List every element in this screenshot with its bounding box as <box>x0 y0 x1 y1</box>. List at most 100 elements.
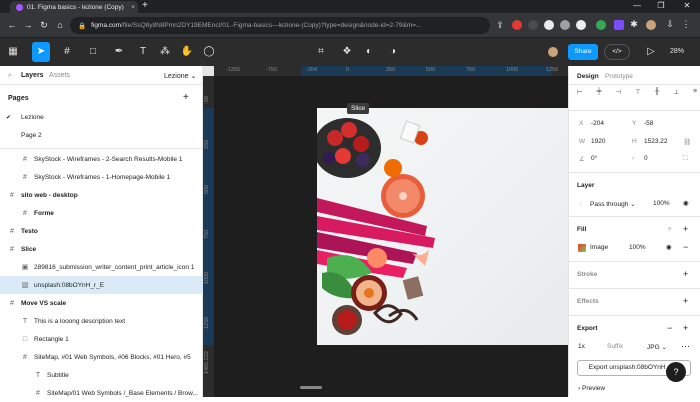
component-icon[interactable]: ❖ <box>338 42 356 62</box>
boolean-icon[interactable]: ◑ <box>384 42 402 62</box>
slice-frame-label[interactable]: Slice <box>347 103 370 114</box>
pen-tool-icon[interactable]: ✒ <box>110 42 128 62</box>
comment-tool-icon[interactable]: ◯ <box>200 42 218 62</box>
layer-row[interactable]: # Slice <box>0 240 203 258</box>
export-suffix-input[interactable]: Suffix <box>607 343 623 350</box>
tab-prototype[interactable]: Prototype <box>605 73 633 80</box>
add-effect-icon[interactable]: + <box>683 296 688 306</box>
tab-design[interactable]: Design <box>577 73 599 80</box>
download-icon[interactable]: ⇩ <box>664 18 676 30</box>
horizontal-scrollbar[interactable] <box>300 386 322 389</box>
add-page-icon[interactable]: + <box>183 92 189 103</box>
layer-row[interactable]: # SiteMap, #01 Web Symbols, #06 Blocks, #… <box>0 348 203 366</box>
home-icon[interactable]: ⌂ <box>54 19 66 31</box>
fill-opacity[interactable]: 100% <box>629 244 646 251</box>
unsplash-image-frame[interactable] <box>317 108 568 345</box>
move-tool-icon[interactable]: ➤ <box>32 42 50 62</box>
extensions-puzzle-icon[interactable]: ✱ <box>628 18 640 30</box>
layer-row[interactable]: □ Rectangle 1 <box>0 330 203 348</box>
browser-tab[interactable]: 01. Figma basics - lezione (Copy) × <box>10 1 138 13</box>
extension-f-icon[interactable] <box>544 20 554 30</box>
tab-close-icon[interactable]: × <box>128 4 138 11</box>
corner-radius-field[interactable]: 0 <box>644 155 648 162</box>
add-fill-icon[interactable]: + <box>683 224 688 234</box>
layer-row[interactable]: # SkyStock - Wireframes - 2-Search Result… <box>0 150 203 168</box>
page-item[interactable]: Page 2 <box>0 126 203 144</box>
share-button[interactable]: Share <box>568 44 598 60</box>
share-page-icon[interactable]: ⇪ <box>494 19 506 31</box>
layer-row[interactable]: # Forme <box>0 204 203 222</box>
tab-assets[interactable]: Assets <box>49 72 70 79</box>
mask-icon[interactable]: ◐ <box>360 42 378 62</box>
export-options-icon[interactable]: ⋯ <box>681 341 690 352</box>
layer-row[interactable]: # SkyStock - Wireframes - 1-Homepage-Mobi… <box>0 168 203 186</box>
layer-row[interactable]: ▧ unsplash:08bOYnH_r_E <box>0 276 203 294</box>
main-menu-icon[interactable]: ▦ <box>4 42 22 62</box>
x-field[interactable]: -204 <box>591 120 604 127</box>
align-bottom-icon[interactable]: ⊥ <box>673 88 679 96</box>
dev-mode-toggle[interactable]: </> <box>604 44 630 60</box>
layer-row[interactable]: T Subtitle <box>0 366 203 384</box>
y-field[interactable]: -58 <box>644 120 653 127</box>
extension-green-icon[interactable] <box>596 20 606 30</box>
align-center-v-icon[interactable]: ╫ <box>655 88 660 96</box>
align-center-h-icon[interactable]: ╪ <box>597 88 602 96</box>
minimize-icon[interactable]: — <box>626 0 648 13</box>
layer-row[interactable]: T This is a looong description text <box>0 312 203 330</box>
url-field[interactable]: 🔒 figma.com /file/SsQ8y8N8Pmn2DY19EMEncI… <box>70 17 490 34</box>
extension-light-icon[interactable] <box>576 20 586 30</box>
independent-corners-icon[interactable]: ⛶ <box>683 155 688 163</box>
visibility-icon[interactable]: ◉ <box>683 199 689 207</box>
close-window-icon[interactable]: ✕ <box>676 0 698 13</box>
page-dropdown[interactable]: Lezione ⌄ <box>164 72 196 80</box>
resources-tool-icon[interactable]: ⁂ <box>156 42 174 62</box>
export-scale-select[interactable]: 1x <box>578 343 585 350</box>
extension-dark-icon[interactable] <box>528 20 538 30</box>
search-icon[interactable]: ⌕ <box>8 72 12 80</box>
fill-thumbnail[interactable] <box>578 244 586 254</box>
hand-tool-icon[interactable]: ✋ <box>178 42 196 62</box>
user-avatar[interactable] <box>548 47 558 57</box>
extension-purple-icon[interactable] <box>614 20 624 30</box>
export-format-select[interactable]: JPG ⌄ <box>647 343 667 351</box>
layer-row[interactable]: # sito web - desktop <box>0 186 203 204</box>
blend-mode-dropdown[interactable]: Pass through ⌄ <box>590 200 636 208</box>
new-tab-button[interactable]: + <box>142 1 148 11</box>
fill-type[interactable]: Image <box>590 244 608 251</box>
rectangle-tool-icon[interactable]: □ <box>84 42 102 62</box>
layer-opacity-field[interactable]: 100% <box>653 200 670 207</box>
align-left-icon[interactable]: ⊢ <box>577 88 583 96</box>
align-top-icon[interactable]: ⊤ <box>635 88 641 96</box>
extension-gray-icon[interactable] <box>560 20 570 30</box>
fill-visibility-icon[interactable]: ◉ <box>666 243 672 251</box>
help-button[interactable]: ? <box>666 362 686 382</box>
back-icon[interactable]: ← <box>6 19 18 31</box>
present-icon[interactable]: ▷ <box>642 42 660 62</box>
tab-layers[interactable]: Layers <box>21 72 44 79</box>
layer-row[interactable]: # Testo <box>0 222 203 240</box>
text-tool-icon[interactable]: T <box>134 42 152 62</box>
preview-toggle[interactable]: › Preview <box>578 385 605 392</box>
forward-icon[interactable]: → <box>22 19 34 31</box>
layer-row[interactable]: # Move VS scale <box>0 294 203 312</box>
layer-row[interactable]: # SiteMap/01 Web Symbols /_Base Elements … <box>0 384 203 402</box>
reload-icon[interactable]: ↻ <box>38 19 50 31</box>
layer-row[interactable]: ▣ 289816_submission_writer_content_print_… <box>0 258 203 276</box>
browser-menu-icon[interactable]: ⋮ <box>680 18 692 30</box>
extension-red-icon[interactable] <box>512 20 522 30</box>
profile-avatar[interactable] <box>646 20 656 30</box>
frame-tool-icon[interactable]: # <box>58 42 76 62</box>
maximize-icon[interactable]: ❐ <box>650 0 672 13</box>
zoom-level[interactable]: 28% <box>670 48 684 55</box>
page-item[interactable]: ✔ Lezione <box>0 108 203 126</box>
add-export-icon[interactable]: + <box>683 323 688 333</box>
w-field[interactable]: 1920 <box>591 138 605 145</box>
align-right-icon[interactable]: ⊣ <box>615 88 621 96</box>
h-field[interactable]: 1523.22 <box>644 138 668 145</box>
add-stroke-icon[interactable]: + <box>683 269 688 279</box>
remove-export-icon[interactable]: − <box>667 323 672 333</box>
styles-icon[interactable]: ⁘ <box>667 225 672 233</box>
rotation-field[interactable]: 0° <box>591 155 597 162</box>
distribute-icon[interactable]: ≡ <box>693 88 697 96</box>
crop-tool-icon[interactable]: ⌗ <box>312 42 330 62</box>
